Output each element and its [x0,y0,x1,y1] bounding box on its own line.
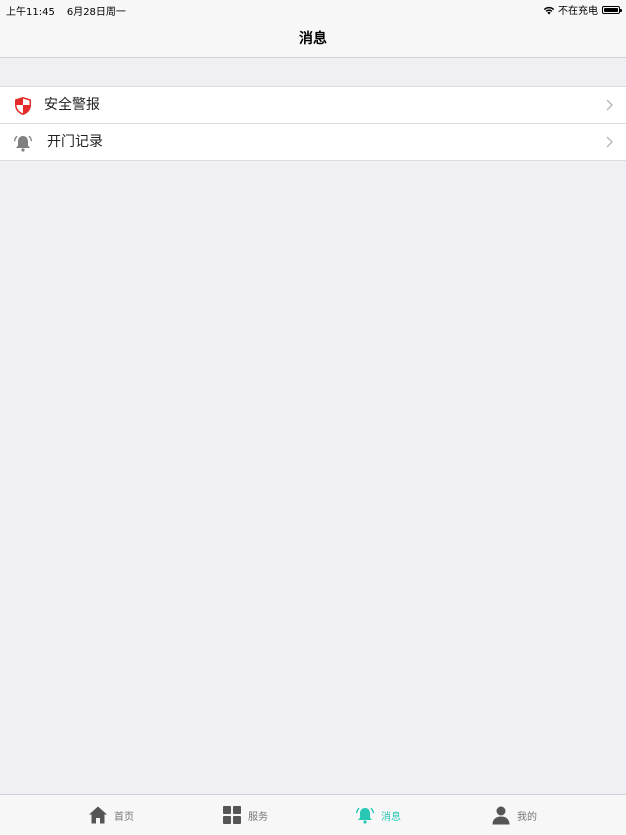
status-right: 不在充电 [543,2,622,17]
bell-icon [13,135,33,152]
nav-bar: 消息 [0,18,626,58]
tab-home[interactable]: 首页 [88,795,134,835]
bell-icon [355,807,375,824]
list-item-door-record[interactable]: 开门记录 [0,123,626,160]
tab-label: 消息 [381,811,401,823]
page-title: 消息 [299,30,327,47]
tab-label: 服务 [248,811,268,823]
tab-label: 我的 [517,811,537,823]
tab-profile[interactable]: 我的 [491,795,537,835]
status-date: 6月28日周一 [66,7,126,18]
chevron-right-icon [606,136,613,148]
list-item-label: 安全警报 [44,97,100,113]
shield-icon [15,97,31,115]
person-icon [492,806,510,825]
message-list: 安全警报 开门记录 [0,86,626,161]
grid-icon [223,806,241,824]
home-icon [89,806,107,824]
wifi-icon [543,6,555,14]
tab-messages[interactable]: 消息 [355,795,401,835]
chevron-right-icon [606,99,613,111]
status-time: 上午11:45 [6,7,55,18]
battery-level [604,7,618,12]
status-left: 上午11:45 6月28日周一 [6,3,138,18]
tab-label: 首页 [114,811,134,823]
tab-bar: 首页 服务 消息 我的 [0,794,626,835]
list-item-label: 开门记录 [47,134,103,150]
battery-icon [602,5,622,14]
list-item-security-alert[interactable]: 安全警报 [0,87,626,123]
charging-status: 不在充电 [558,6,598,17]
status-bar: 上午11:45 6月28日周一 不在充电 [0,0,626,18]
tab-services[interactable]: 服务 [222,795,268,835]
